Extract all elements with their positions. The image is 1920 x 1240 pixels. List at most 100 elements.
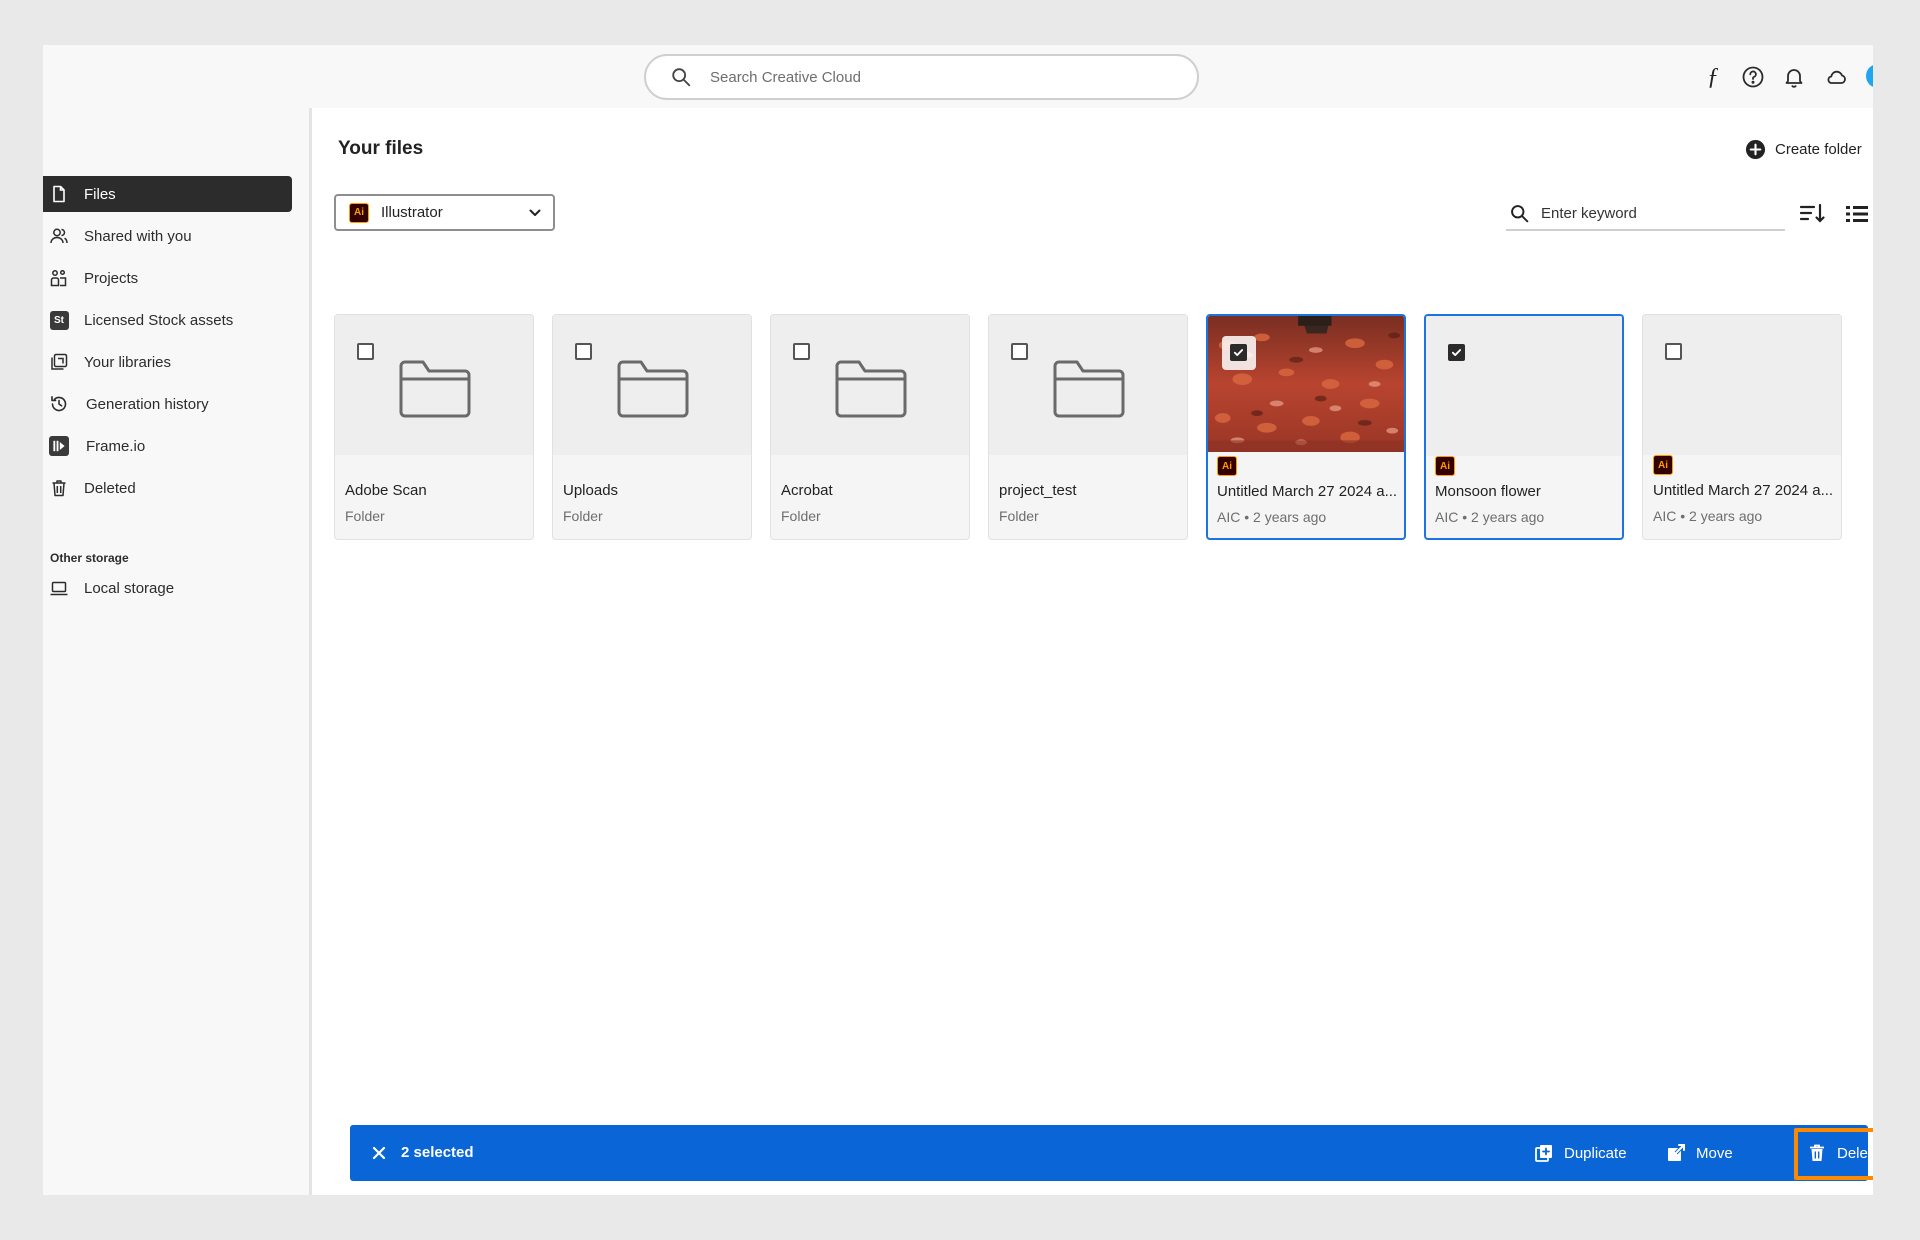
file-name: Monsoon flower: [1435, 483, 1541, 500]
illustrator-badge: Ai: [349, 202, 369, 223]
file-meta: AIC • 2 years ago: [1217, 509, 1327, 525]
select-checkbox[interactable]: [357, 343, 374, 360]
select-checkbox[interactable]: [1665, 343, 1682, 360]
sidebar-item-frame-io[interactable]: Frame.io: [43, 428, 292, 464]
file-name: Uploads: [563, 482, 619, 499]
bell-icon[interactable]: [1781, 64, 1807, 90]
history-icon: [49, 394, 69, 414]
folder-icon: [617, 360, 689, 418]
sidebar-item-label: Licensed Stock assets: [84, 312, 234, 329]
sidebar-item-shared-with-you[interactable]: Shared with you: [43, 218, 292, 254]
shared-users-icon: [49, 226, 69, 246]
search-icon: [1511, 205, 1529, 223]
delete-button[interactable]: Delete: [1807, 1141, 1873, 1165]
select-checkbox[interactable]: [793, 343, 810, 360]
selection-action-bar: 2 selected Duplicate Move Delete: [350, 1125, 1873, 1181]
sidebar-item-label: Your libraries: [84, 354, 171, 371]
sidebar-item-label: Frame.io: [86, 438, 146, 455]
create-folder-button[interactable]: Create folder: [1745, 136, 1862, 162]
top-bar: ƒ: [43, 45, 1873, 108]
file-card-illustrator[interactable]: Ai Monsoon flower AIC • 2 years ago: [1424, 314, 1624, 540]
duplicate-icon: [1535, 1145, 1552, 1162]
folder-icon: [1053, 360, 1125, 418]
select-checkbox-checked[interactable]: [1230, 344, 1247, 361]
trash-icon: [1810, 1144, 1824, 1161]
file-meta: AIC • 2 years ago: [1653, 508, 1763, 524]
file-card-folder[interactable]: Acrobat Folder: [770, 314, 970, 540]
chevron-down-icon: [529, 209, 541, 216]
app-filter-value: Illustrator: [381, 204, 443, 221]
file-name: Untitled March 27 2024 a...: [1653, 482, 1834, 499]
sidebar-item-deleted[interactable]: Deleted: [43, 470, 292, 506]
file-card-folder[interactable]: project_test Folder: [988, 314, 1188, 540]
select-checkbox[interactable]: [1011, 343, 1028, 360]
file-icon: [49, 184, 69, 204]
trash-icon: [49, 478, 69, 498]
file-meta: AIC • 2 years ago: [1435, 509, 1545, 525]
duplicate-button[interactable]: Duplicate: [1534, 1141, 1627, 1165]
file-name: Untitled March 27 2024 a...: [1217, 483, 1398, 500]
projects-icon: [49, 268, 69, 288]
sidebar-item-label: Deleted: [84, 480, 136, 497]
sidebar-item-projects[interactable]: Projects: [43, 260, 292, 296]
file-meta: Folder: [781, 508, 821, 524]
cloud-icon[interactable]: [1823, 64, 1849, 90]
file-card-illustrator[interactable]: Ai Untitled March 27 2024 a... AIC • 2 y…: [1206, 314, 1406, 540]
select-checkbox[interactable]: [575, 343, 592, 360]
global-search-box[interactable]: [644, 54, 1199, 100]
file-name: project_test: [999, 482, 1077, 499]
laptop-icon: [49, 578, 69, 598]
sidebar-item-label: Local storage: [84, 580, 175, 597]
file-name: Acrobat: [781, 482, 833, 499]
avatar[interactable]: [1866, 64, 1873, 88]
libraries-icon: [49, 352, 69, 372]
app-filter-dropdown[interactable]: Ai Illustrator: [334, 194, 555, 231]
duplicate-label: Duplicate: [1564, 1144, 1627, 1162]
file-thumbnail: [1643, 315, 1841, 455]
folder-icon: [399, 360, 471, 418]
file-meta: Folder: [999, 508, 1039, 524]
keyword-search-box[interactable]: [1506, 198, 1785, 231]
sort-icon[interactable]: [1798, 200, 1826, 228]
close-icon[interactable]: [370, 1144, 388, 1162]
move-icon: [1668, 1143, 1686, 1161]
file-thumbnail: [1426, 316, 1622, 456]
keyword-search-input[interactable]: [1541, 205, 1771, 222]
create-folder-label: Create folder: [1775, 140, 1862, 158]
sidebar-item-generation-history[interactable]: Generation history: [43, 386, 292, 422]
file-meta: Folder: [345, 508, 385, 524]
other-storage-heading: Other storage: [50, 551, 129, 565]
illustrator-badge: Ai: [1217, 456, 1237, 476]
page-title: Your files: [338, 138, 424, 159]
sidebar: Files Shared with you Projects St Licens…: [43, 108, 312, 1195]
file-meta: Folder: [563, 508, 603, 524]
file-name: Adobe Scan: [345, 482, 427, 499]
sidebar-item-label: Projects: [84, 270, 139, 287]
select-checkbox-checked[interactable]: [1448, 344, 1465, 361]
stock-icon: St: [49, 310, 69, 330]
delete-label: Delete: [1837, 1144, 1873, 1162]
creative-cloud-window: ƒ Files Shared with you: [43, 45, 1873, 1195]
sidebar-item-files[interactable]: Files: [43, 176, 292, 212]
selection-count: 2 selected: [401, 1144, 474, 1161]
file-card-folder[interactable]: Adobe Scan Folder: [334, 314, 534, 540]
help-icon[interactable]: [1740, 64, 1766, 90]
sidebar-item-your-libraries[interactable]: Your libraries: [43, 344, 292, 380]
fonts-icon[interactable]: ƒ: [1700, 64, 1726, 90]
sidebar-item-label: Generation history: [86, 396, 209, 413]
illustrator-badge: Ai: [1435, 456, 1455, 476]
move-label: Move: [1696, 1144, 1733, 1162]
file-card-illustrator[interactable]: Ai Untitled March 27 2024 a... AIC • 2 y…: [1642, 314, 1842, 540]
sidebar-item-local-storage[interactable]: Local storage: [43, 570, 292, 606]
move-button[interactable]: Move: [1666, 1141, 1733, 1165]
sidebar-item-licensed-stock-assets[interactable]: St Licensed Stock assets: [43, 302, 292, 338]
file-card-folder[interactable]: Uploads Folder: [552, 314, 752, 540]
sidebar-item-label: Shared with you: [84, 228, 192, 245]
stock-badge: St: [49, 310, 69, 330]
global-search-input[interactable]: [710, 68, 1150, 86]
sidebar-item-label: Files: [84, 186, 116, 203]
main-content: Your files Create folder Ai Illustrator …: [315, 108, 1873, 1195]
illustrator-badge: Ai: [1653, 455, 1673, 475]
list-view-icon[interactable]: [1844, 200, 1870, 228]
search-icon: [672, 68, 691, 87]
